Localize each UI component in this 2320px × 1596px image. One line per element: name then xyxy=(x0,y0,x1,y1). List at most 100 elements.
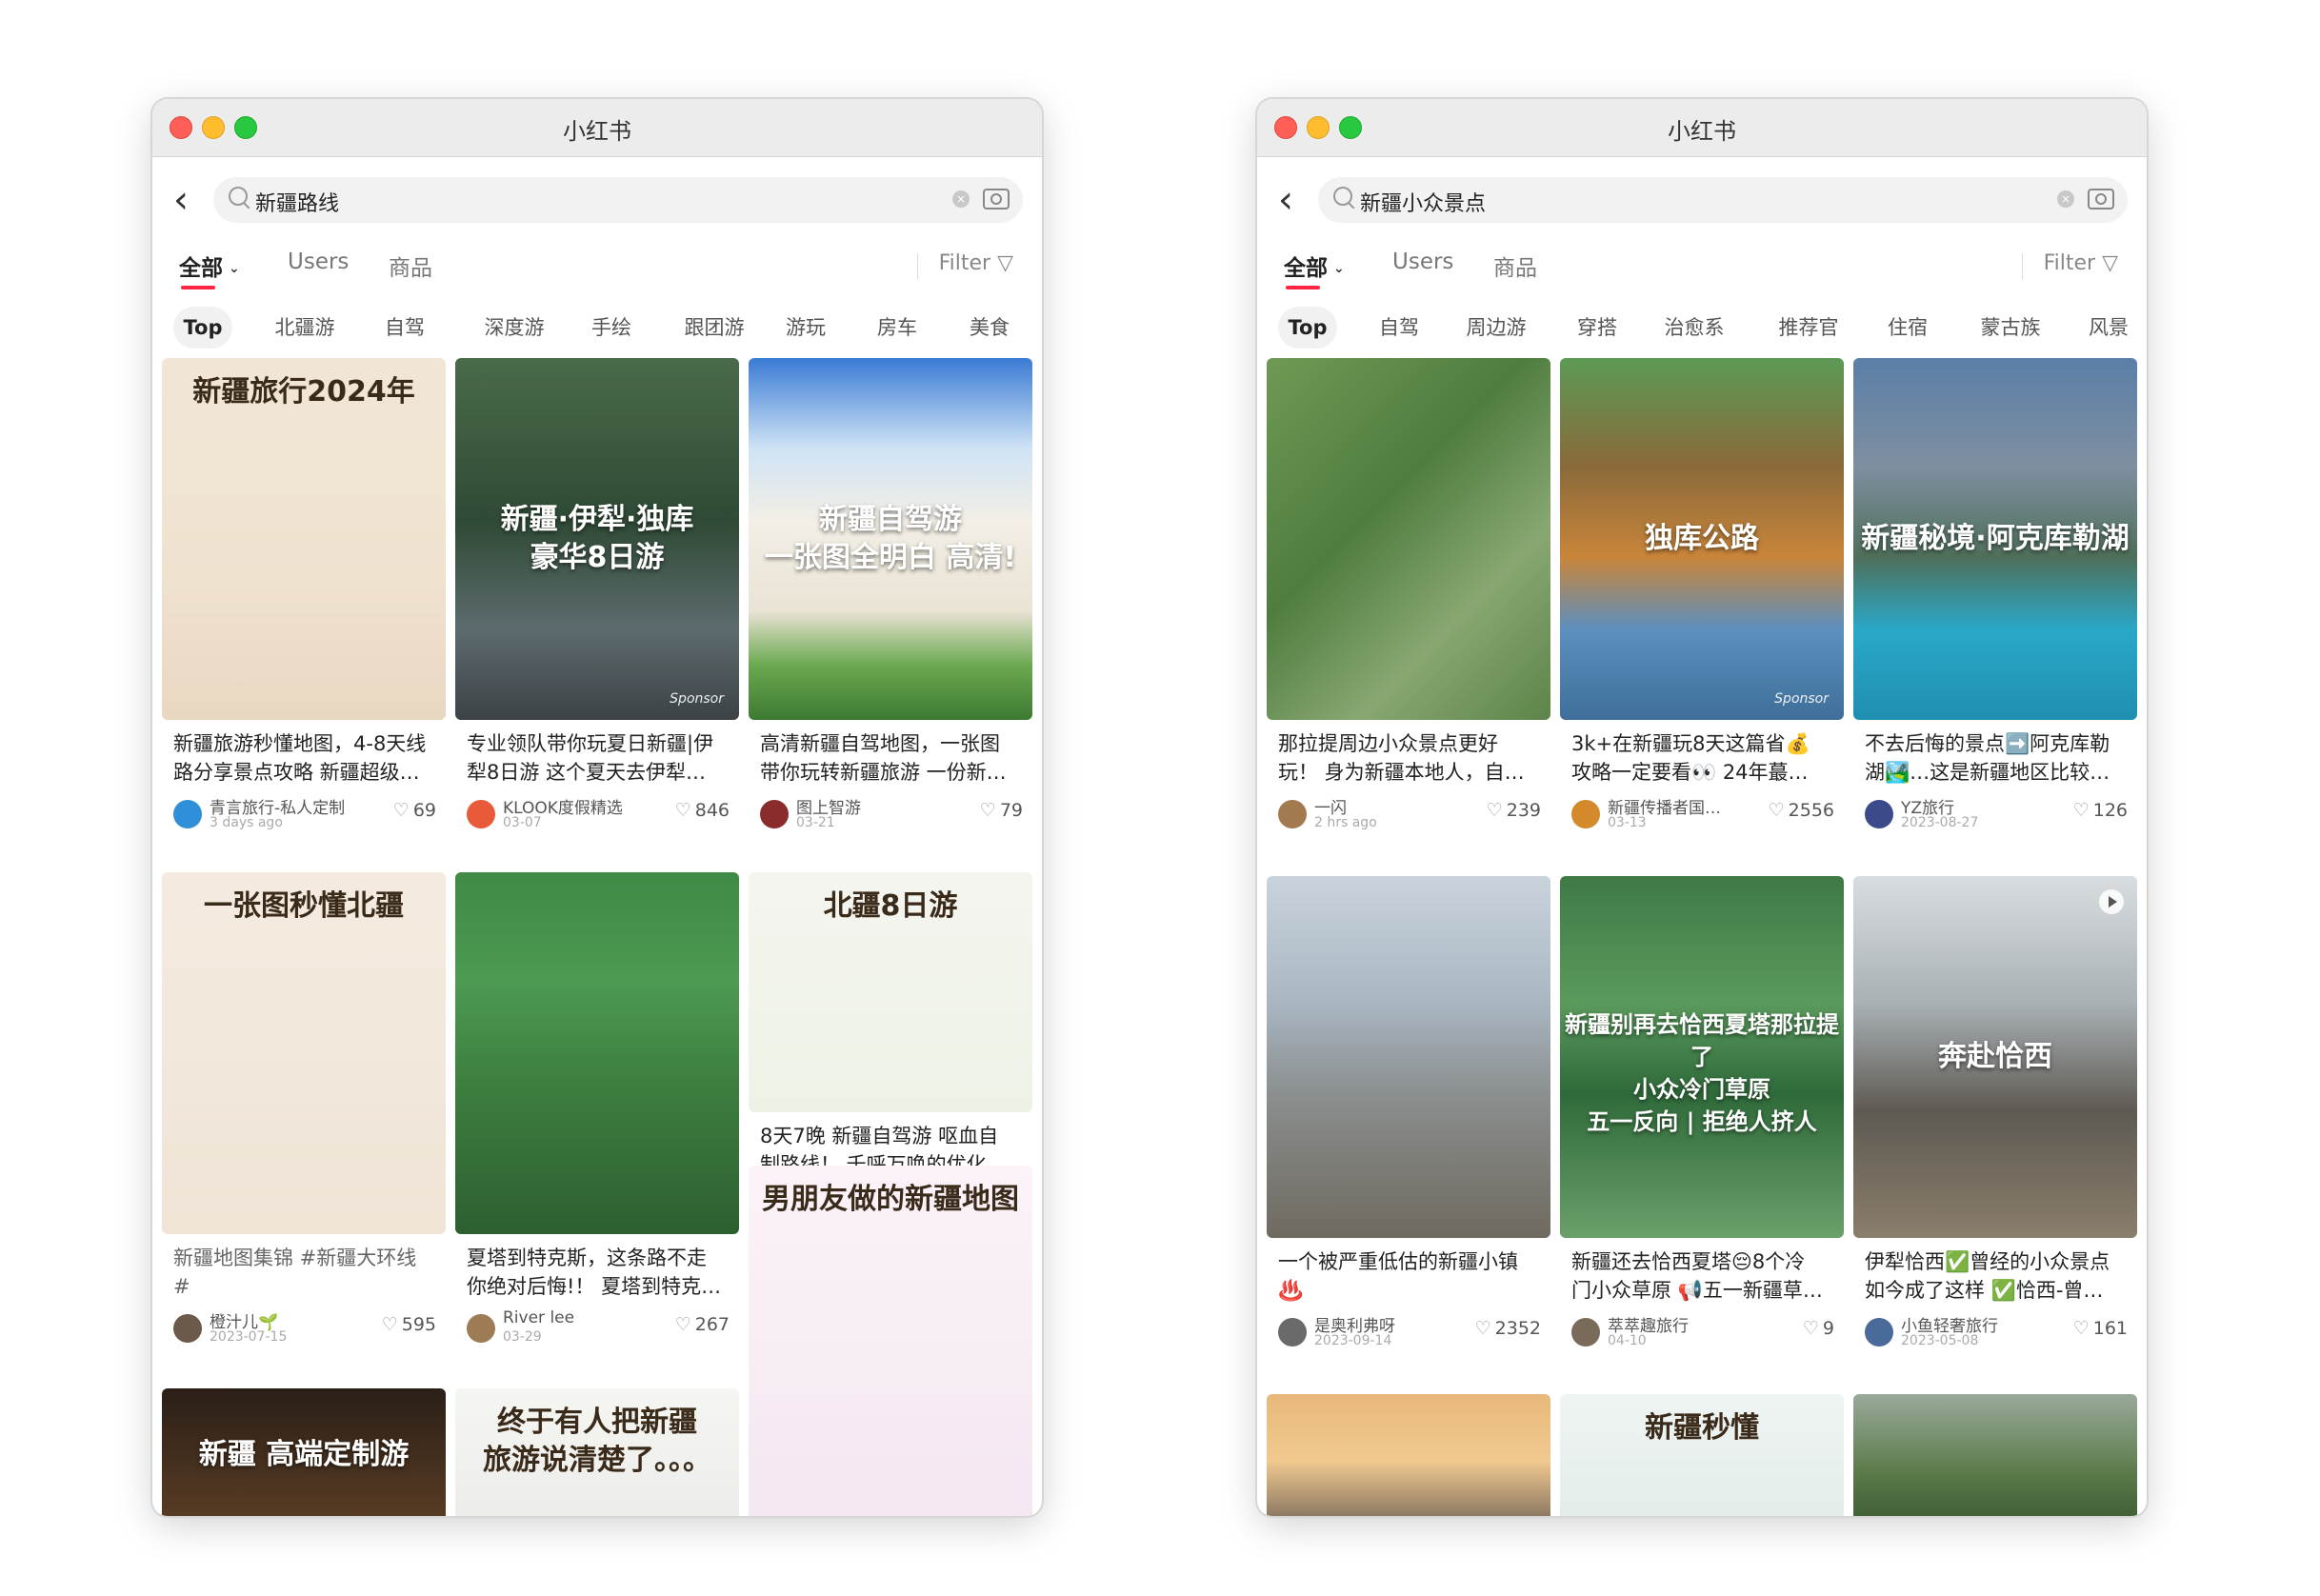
like-button[interactable]: ♡ 9 xyxy=(1803,1318,1834,1339)
note-cover-image[interactable]: 男朋友做的新疆地图 xyxy=(749,1166,1032,1516)
author-avatar[interactable] xyxy=(760,800,789,828)
chip-7[interactable]: 蒙古族 xyxy=(1968,307,2053,349)
back-arrow-icon[interactable]: ‹ xyxy=(173,181,189,219)
note-cover-image[interactable]: 新疆别再去恰西夏塔那拉提了 小众冷门草原 五一反向 | 拒绝人挤人 xyxy=(1560,876,1844,1238)
like-button[interactable]: ♡ 595 xyxy=(382,1314,436,1335)
video-play-icon xyxy=(2099,889,2124,914)
note-cover-image[interactable]: 新疆秘境·阿克库勒湖 xyxy=(1853,358,2137,720)
author-avatar[interactable] xyxy=(173,800,202,828)
author-avatar[interactable] xyxy=(467,1314,495,1343)
note-cover-image[interactable] xyxy=(455,872,739,1234)
post-date: 2 hrs ago xyxy=(1314,815,1377,830)
like-button[interactable]: ♡ 267 xyxy=(675,1314,730,1335)
note-cover-image[interactable]: 新疆 高端定制游 xyxy=(162,1388,446,1516)
note-cover-image[interactable]: 新疆秒懂 xyxy=(1560,1394,1844,1516)
chip-0[interactable]: Top xyxy=(1278,307,1337,349)
note-title: 专业领队带你玩夏日新疆|伊 犁8日游 这个夏天去伊犁… xyxy=(467,732,714,784)
post-date: 2023-08-27 xyxy=(1901,815,1979,830)
tab-all[interactable]: 全部 ⌄ xyxy=(1284,249,1345,289)
like-button[interactable]: ♡ 2352 xyxy=(1475,1318,1541,1339)
search-query-text: 新疆小众景点 xyxy=(1360,192,1487,216)
tab-products-label: 商品 xyxy=(389,256,432,281)
note-cover-image[interactable]: 新疆自驾游 一张图全明白 高清! xyxy=(749,358,1032,720)
back-arrow-icon[interactable]: ‹ xyxy=(1278,181,1293,219)
author-avatar[interactable] xyxy=(1865,800,1893,828)
note-cover-image[interactable]: 新疆·伊犁·独库 豪华8日游 Sponsor xyxy=(455,358,739,720)
note-cover-image[interactable] xyxy=(1267,358,1550,720)
tab-products[interactable]: 商品 xyxy=(1493,249,1537,282)
author-avatar[interactable] xyxy=(467,800,495,828)
like-count: 2352 xyxy=(1494,1318,1541,1339)
author-avatar[interactable] xyxy=(173,1314,202,1343)
clear-search-icon[interactable]: × xyxy=(2057,190,2074,208)
result-type-tabs: 全部 ⌄ Users 商品 Filter ▽ xyxy=(1257,240,2147,293)
note-title: 新疆还去恰西夏塔😔8个冷 门小众草原 📢五一新疆草… xyxy=(1571,1250,1823,1302)
chip-8[interactable]: 美食 xyxy=(960,307,1019,349)
chip-6[interactable]: 住宿 xyxy=(1878,307,1937,349)
note-title: 高清新疆自驾地图，一张图 带你玩转新疆旅游 一份新… xyxy=(760,732,1007,784)
tab-products-label: 商品 xyxy=(1493,256,1537,281)
chip-0[interactable]: Top xyxy=(173,307,232,349)
author-avatar[interactable] xyxy=(1571,800,1600,828)
chip-3[interactable]: 穿搭 xyxy=(1568,307,1627,349)
note-cover-image[interactable]: 北疆8日游 xyxy=(749,872,1032,1112)
chip-2[interactable]: 自驾 xyxy=(373,307,436,349)
note-cover-image[interactable] xyxy=(1267,1394,1550,1516)
chip-5[interactable]: 跟团游 xyxy=(674,307,754,349)
chip-4[interactable]: 手绘 xyxy=(583,307,640,349)
post-date: 3 days ago xyxy=(210,815,283,830)
search-query-text: 新疆路线 xyxy=(255,192,340,216)
camera-search-icon[interactable] xyxy=(983,189,1010,209)
like-count: 2556 xyxy=(1788,800,1834,821)
result-type-tabs: 全部 ⌄ Users 商品 Filter ▽ xyxy=(152,240,1042,293)
results-grid: 那拉提周边小众景点更好 玩！ 身为新疆本地人，自… 一闪 2 hrs ago ♡ 239… xyxy=(1267,358,2139,1516)
heart-icon: ♡ xyxy=(1474,1318,1491,1339)
note-cover-image[interactable]: 新疆旅行2024年 xyxy=(162,358,446,720)
chip-7[interactable]: 房车 xyxy=(869,307,926,349)
like-button[interactable]: ♡ 239 xyxy=(1487,800,1541,821)
cover-caption: 新疆旅行2024年 xyxy=(192,375,415,409)
tab-all[interactable]: 全部 ⌄ xyxy=(179,249,240,289)
chip-1[interactable]: 北疆游 xyxy=(265,307,345,349)
author-name[interactable]: River lee xyxy=(503,1308,574,1327)
chip-8[interactable]: 风景 xyxy=(2080,307,2137,349)
chip-2[interactable]: 周边游 xyxy=(1453,307,1539,349)
title-bar: 小红书 xyxy=(1257,99,2147,157)
filter-button[interactable]: Filter ▽ xyxy=(2044,251,2118,275)
clear-search-icon[interactable]: × xyxy=(952,190,970,208)
author-avatar[interactable] xyxy=(1278,800,1307,828)
tab-users[interactable]: Users xyxy=(1392,249,1453,274)
like-button[interactable]: ♡ 79 xyxy=(980,800,1023,821)
like-button[interactable]: ♡ 2556 xyxy=(1769,800,1834,821)
like-button[interactable]: ♡ 161 xyxy=(2073,1318,2128,1339)
note-cover-image[interactable]: 终于有人把新疆 旅游说清楚了。。。 xyxy=(455,1388,739,1516)
heart-icon: ♡ xyxy=(2072,800,2090,821)
window-title: 小红书 xyxy=(563,118,631,145)
like-button[interactable]: ♡ 69 xyxy=(393,800,436,821)
camera-search-icon[interactable] xyxy=(2088,189,2114,209)
note-cover-image[interactable] xyxy=(1853,1394,2137,1516)
search-input[interactable]: 新疆小众景点 × xyxy=(1318,177,2128,223)
author-avatar[interactable] xyxy=(1571,1318,1600,1347)
tab-all-label: 全部 xyxy=(179,256,223,281)
author-avatar[interactable] xyxy=(1278,1318,1307,1347)
note-cover-image[interactable] xyxy=(1267,876,1550,1238)
chip-5[interactable]: 推荐官 xyxy=(1766,307,1851,349)
search-row: ‹ 新疆小众景点 × xyxy=(1257,173,2147,230)
tab-users[interactable]: Users xyxy=(288,249,349,274)
chip-1[interactable]: 自驾 xyxy=(1368,307,1430,349)
tab-products[interactable]: 商品 xyxy=(389,249,432,282)
like-button[interactable]: ♡ 846 xyxy=(675,800,730,821)
author-avatar[interactable] xyxy=(1865,1318,1893,1347)
chip-4[interactable]: 治愈系 xyxy=(1651,307,1737,349)
chip-3[interactable]: 深度游 xyxy=(474,307,554,349)
note-title: 夏塔到特克斯，这条路不走 你绝对后悔!！ 夏塔到特克… xyxy=(467,1247,722,1298)
note-cover-image[interactable]: 奔赴恰西 xyxy=(1853,876,2137,1238)
note-cover-image[interactable]: 独库公路 Sponsor xyxy=(1560,358,1844,720)
like-button[interactable]: ♡ 126 xyxy=(2073,800,2128,821)
filter-funnel-icon: ▽ xyxy=(990,251,1013,275)
chip-6[interactable]: 游玩 xyxy=(777,307,834,349)
search-input[interactable]: 新疆路线 × xyxy=(213,177,1023,223)
note-cover-image[interactable]: 一张图秒懂北疆 xyxy=(162,872,446,1234)
filter-button[interactable]: Filter ▽ xyxy=(939,251,1013,275)
